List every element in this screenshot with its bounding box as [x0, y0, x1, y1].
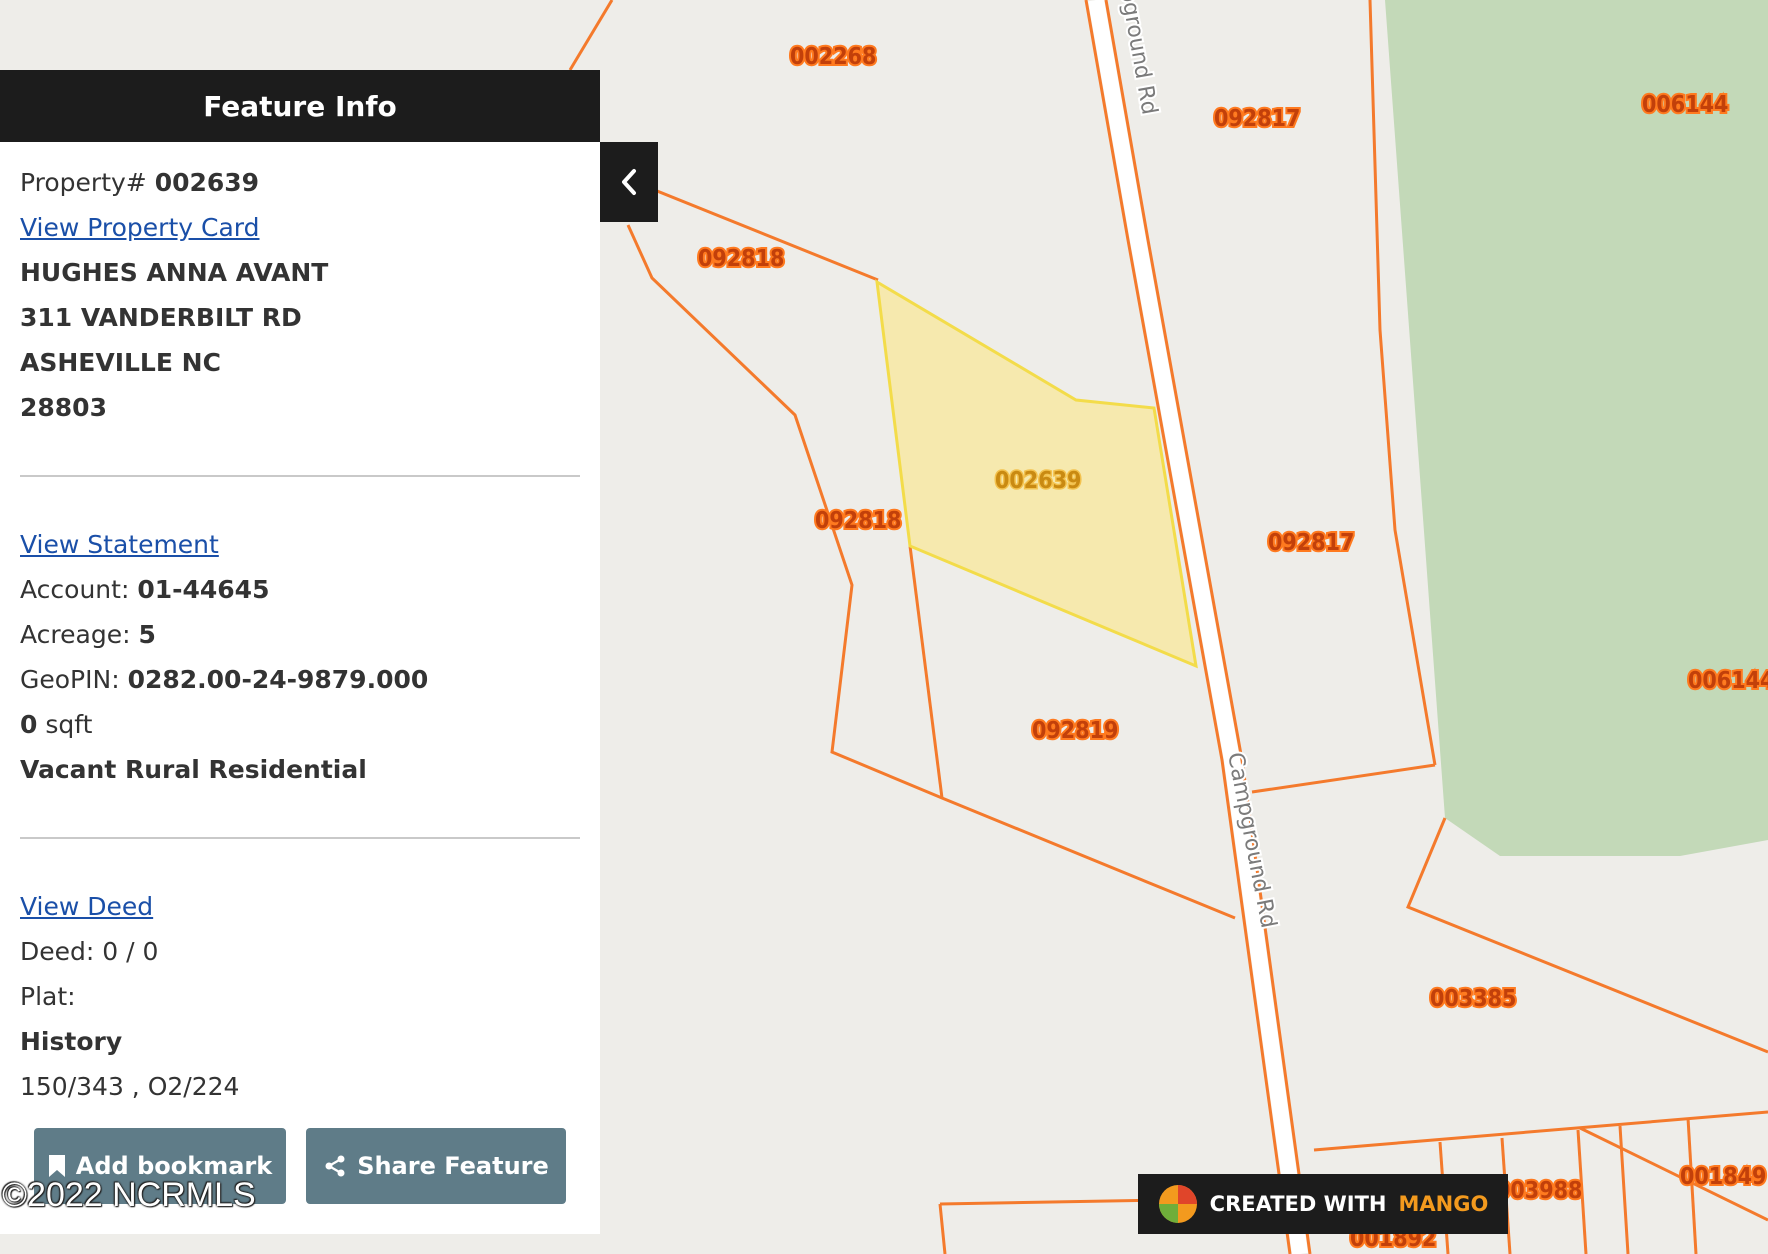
- parcel-label[interactable]: 001849: [1678, 1162, 1768, 1192]
- property-number: 002639: [154, 168, 260, 197]
- sqft-unit: sqft: [45, 710, 93, 739]
- owner-name: HUGHES ANNA AVANT: [20, 258, 329, 287]
- parcel-label[interactable]: 092818: [696, 244, 786, 274]
- parcel-label[interactable]: 003385: [1428, 984, 1518, 1014]
- history-value: 150/343 , O2/224: [20, 1072, 240, 1101]
- parcel-label[interactable]: 003988: [1494, 1176, 1584, 1206]
- view-statement-link[interactable]: View Statement: [20, 530, 219, 559]
- geopin-label: GeoPIN:: [20, 665, 120, 694]
- sqft-row: 0 sqft: [20, 702, 580, 747]
- view-property-card-link[interactable]: View Property Card: [20, 213, 260, 242]
- parcel-label[interactable]: 002268: [788, 42, 878, 72]
- plat-text: Plat:: [20, 982, 76, 1011]
- parcel-label[interactable]: 092817: [1266, 528, 1356, 558]
- account-row: Account: 01-44645: [20, 567, 580, 612]
- acreage-label: Acreage:: [20, 620, 131, 649]
- history-label: History: [20, 1027, 123, 1056]
- chevron-left-icon: [622, 169, 636, 195]
- parcel-label[interactable]: 092818: [813, 506, 903, 536]
- share-feature-label: Share Feature: [357, 1152, 549, 1180]
- panel-body: Property# 002639 View Property Card HUGH…: [0, 142, 600, 1109]
- divider: [20, 837, 580, 839]
- divider: [20, 475, 580, 477]
- panel-title: Feature Info: [0, 70, 600, 142]
- land-use: Vacant Rural Residential: [20, 755, 367, 784]
- owner-zip: 28803: [20, 393, 107, 422]
- mango-name-text: MANGO: [1398, 1192, 1489, 1216]
- account-label: Account:: [20, 575, 130, 604]
- feature-info-panel: Feature Info Property# 002639 View Prope…: [0, 70, 600, 1234]
- parcel-label[interactable]: 006144: [1640, 90, 1730, 120]
- mango-badge[interactable]: CREATED WITH MANGO: [1138, 1174, 1508, 1234]
- parcel-label[interactable]: 092817: [1212, 104, 1302, 134]
- parcel-label[interactable]: 092819: [1030, 716, 1120, 746]
- mango-logo-icon: [1158, 1185, 1197, 1223]
- parcel-label-selected[interactable]: 002639: [994, 467, 1083, 496]
- geopin-value: 0282.00-24-9879.000: [127, 665, 429, 694]
- owner-city: ASHEVILLE NC: [20, 348, 221, 377]
- road-label: Campground Rd: [1222, 750, 1281, 930]
- sqft-value: 0: [20, 710, 38, 739]
- account-value: 01-44645: [137, 575, 270, 604]
- parcel-label[interactable]: 006144: [1686, 666, 1768, 696]
- geopin-row: GeoPIN: 0282.00-24-9879.000: [20, 657, 580, 702]
- acreage-value: 5: [138, 620, 156, 649]
- panel-title-text: Feature Info: [203, 89, 397, 123]
- mango-created-text: CREATED WITH: [1209, 1192, 1387, 1216]
- bookmark-icon: [48, 1155, 65, 1177]
- view-deed-link[interactable]: View Deed: [20, 892, 153, 921]
- collapse-panel-button[interactable]: [600, 142, 658, 222]
- property-number-row: Property# 002639: [20, 160, 580, 205]
- acreage-row: Acreage: 5: [20, 612, 580, 657]
- property-label: Property#: [20, 168, 147, 197]
- owner-street: 311 VANDERBILT RD: [20, 303, 302, 332]
- share-feature-button[interactable]: Share Feature: [306, 1128, 566, 1204]
- share-icon: [325, 1155, 345, 1177]
- copyright-watermark: ©2022 NCRMLS: [2, 1176, 256, 1214]
- deed-text: Deed: 0 / 0: [20, 937, 159, 966]
- green-area: [1382, 0, 1768, 856]
